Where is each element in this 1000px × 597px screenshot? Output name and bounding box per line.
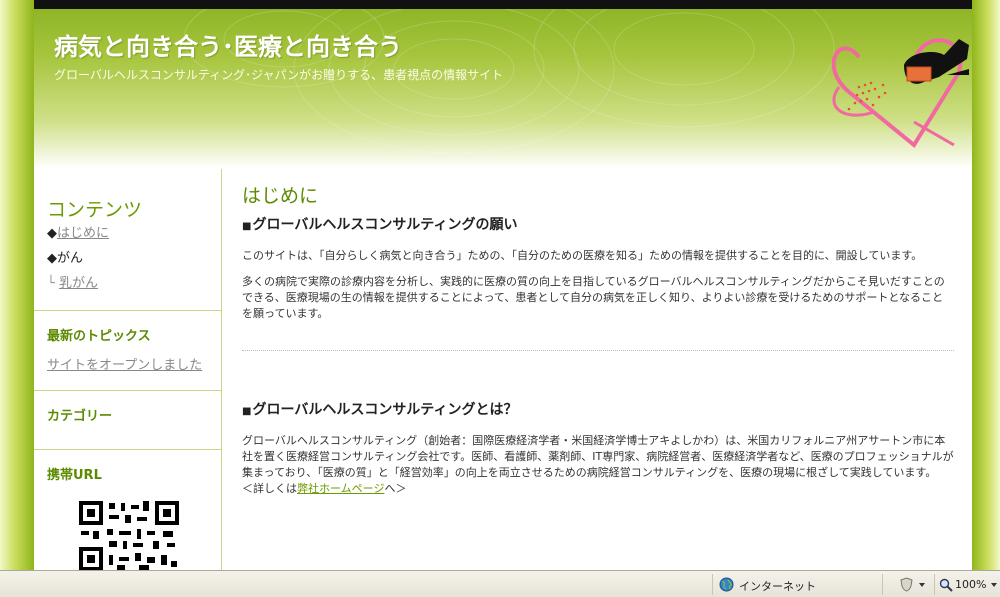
more-info-suffix: へ＞: [384, 482, 407, 495]
category-section: カテゴリー: [34, 390, 221, 449]
chevron-down-icon: [919, 583, 925, 587]
square-bullet-icon: ■: [242, 406, 252, 417]
section-heading-about: ■グローバルヘルスコンサルティングとは？: [242, 399, 954, 419]
section-heading-about-text: グローバルヘルスコンサルティングとは？: [252, 402, 518, 418]
company-homepage-link[interactable]: 弊社ホームページ: [297, 482, 384, 495]
sidebar-label-cancer: がん: [57, 251, 84, 266]
protected-mode-dropdown[interactable]: [882, 574, 934, 595]
more-info-prefix: ＜詳しくは: [242, 482, 297, 495]
square-bullet-icon: ■: [242, 221, 252, 232]
sidebar-item-breast-cancer[interactable]: └ 乳がん: [34, 271, 221, 296]
topics-section: 最新のトピックス サイトをオープンしました: [34, 310, 221, 390]
zoom-level: 100%: [955, 578, 987, 591]
magnifier-icon: [939, 578, 953, 592]
page-title: はじめに: [242, 185, 319, 207]
sidebar: コンテンツ ◆はじめに ◆がん └ 乳がん 最新のトピックス サイトをオープンし…: [34, 169, 222, 570]
shield-gear-icon: [900, 577, 913, 592]
page-side-right: [972, 0, 1000, 570]
security-zone-label: インターネット: [739, 580, 816, 593]
mobile-url-section: 携帯URL: [34, 449, 221, 570]
globe-icon: [719, 577, 734, 592]
section-heading-wish-text: グローバルヘルスコンサルティングの願い: [252, 217, 518, 233]
sidebar-item-intro[interactable]: ◆はじめに: [34, 221, 221, 246]
chevron-down-icon: [991, 583, 997, 587]
top-black-bar: [34, 0, 972, 9]
tree-branch-icon: └: [47, 276, 55, 291]
paragraph-mission: 多くの病院で実際の診療内容を分析し、実践的に医療の質の向上を目指しているグローバ…: [242, 275, 945, 320]
paragraph-about: グローバルヘルスコンサルティング（創始者：国際医療経済学者・米国経済学博士アキよ…: [242, 434, 954, 479]
sidebar-link-breast-cancer[interactable]: 乳がん: [59, 276, 98, 291]
paragraph-purpose: このサイトは、「自分らしく病気と向き合う」ための、「自分のための医療を知る」ため…: [242, 249, 923, 262]
section-heading-wish: ■グローバルヘルスコンサルティングの願い: [242, 214, 954, 234]
dog-heart-logo-icon: [831, 38, 969, 148]
more-info-line: ＜詳しくは弊社ホームページへ＞: [242, 481, 954, 497]
browser-status-bar: インターネット 100%: [0, 570, 1000, 597]
diamond-bullet-icon: ◆: [47, 226, 57, 241]
security-zone[interactable]: インターネット: [712, 574, 882, 595]
site-subtitle: グローバルヘルスコンサルティング･ジャパンがお贈りする、患者視点の情報サイト: [54, 68, 504, 82]
site-title[interactable]: 病気と向き合う･医療と向き合う: [54, 27, 402, 62]
zoom-control[interactable]: 100%: [934, 574, 1000, 595]
page-container: 病気と向き合う･医療と向き合う グローバルヘルスコンサルティング･ジャパンがお贈…: [34, 0, 972, 570]
diamond-bullet-icon: ◆: [47, 251, 57, 266]
qr-code-icon: [79, 501, 179, 570]
contents-heading: コンテンツ: [47, 199, 143, 221]
page-side-left: [0, 0, 34, 570]
sidebar-link-intro[interactable]: はじめに: [57, 226, 109, 241]
sidebar-item-cancer: ◆がん: [34, 246, 221, 271]
section-divider: [242, 350, 954, 351]
topics-heading: 最新のトピックス: [47, 329, 151, 344]
mobile-url-heading: 携帯URL: [47, 468, 102, 483]
site-header: 病気と向き合う･医療と向き合う グローバルヘルスコンサルティング･ジャパンがお贈…: [34, 9, 972, 169]
main-content: はじめに ■グローバルヘルスコンサルティングの願い このサイトは、「自分らしく病…: [242, 169, 954, 570]
topics-link-site-open[interactable]: サイトをオープンしました: [47, 344, 221, 373]
category-heading: カテゴリー: [47, 409, 113, 424]
